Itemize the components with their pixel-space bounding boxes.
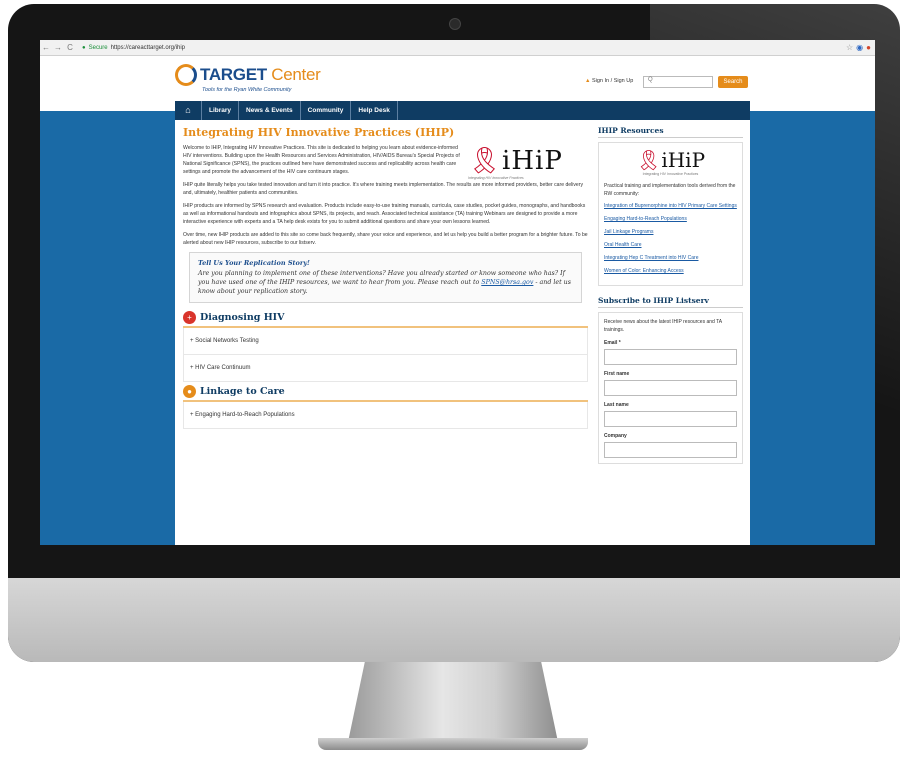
company-label: Company: [604, 433, 627, 439]
sidebar-logo-sub: Integrating HIV Innovative Practices: [642, 172, 699, 176]
ribbon-icon: 🎗: [635, 148, 662, 172]
logo-name: TARGET: [200, 65, 267, 84]
logo-center: Center: [271, 65, 321, 84]
email-field[interactable]: [604, 349, 737, 365]
page-title: Integrating HIV Innovative Practices (IH…: [183, 126, 455, 139]
accordion-label: HIV Care Continuum: [195, 365, 251, 371]
lock-icon: ●: [82, 44, 86, 51]
star-icon[interactable]: ☆: [846, 43, 853, 52]
ribbon-icon: 🎗: [468, 146, 503, 176]
callout-title: Tell Us Your Replication Story!: [198, 259, 310, 267]
resource-link[interactable]: Women of Color: Enhancing Access: [604, 267, 737, 275]
extension-icons: ☆ ◉ ●: [846, 43, 875, 52]
paragraph-2: IHIP quite literally helps you take test…: [183, 182, 583, 196]
address-bar[interactable]: ● Secure https://careacttarget.org/ihip: [82, 45, 840, 51]
browser-screen: ← → C ● Secure https://careacttarget.org…: [40, 40, 875, 545]
link-icon: ●: [183, 385, 196, 398]
ihip-logo: 🎗iHiP Integrating HIV Innovative Practic…: [468, 146, 593, 180]
subscribe-desc: Receive news about the latest IHIP resou…: [604, 319, 722, 333]
reload-icon[interactable]: C: [64, 43, 76, 52]
resources-desc: Practical training and implementation to…: [604, 183, 736, 197]
sidebar-ihip-logo: 🎗iHiP: [604, 148, 737, 172]
signin-link[interactable]: ▲ Sign In / Sign Up: [585, 78, 633, 84]
secure-label: Secure: [88, 44, 108, 51]
nav-library[interactable]: Library: [202, 101, 240, 120]
logo-tagline: Tools for the Ryan White Community: [202, 87, 292, 93]
accordion-item[interactable]: + Engaging Hard-to-Reach Populations: [183, 402, 588, 429]
page-content: Integrating HIV Innovative Practices (IH…: [175, 120, 750, 545]
email-label: Email *: [604, 340, 621, 346]
subscribe-title: Subscribe to IHIP Listserv: [598, 296, 743, 308]
accordion-item[interactable]: + HIV Care Continuum: [183, 355, 588, 382]
paragraph-3: IHIP products are informed by SPNS resea…: [183, 203, 586, 225]
resources-title: IHIP Resources: [598, 126, 743, 138]
first-name-label: First name: [604, 371, 630, 377]
main-nav: ⌂ Library News & Events Community Help D…: [175, 101, 750, 120]
browser-toolbar: ← → C ● Secure https://careacttarget.org…: [40, 40, 875, 56]
home-icon[interactable]: ⌂: [175, 101, 202, 120]
accordion-label: Engaging Hard-to-Reach Populations: [195, 412, 295, 418]
signin-label: Sign In / Sign Up: [591, 78, 634, 84]
intro-paragraph: Welcome to IHIP, Integrating HIV Innovat…: [183, 145, 460, 175]
callout-body: Are you planning to implement one of the…: [198, 269, 573, 296]
main-column: Integrating HIV Innovative Practices (IH…: [183, 126, 588, 429]
forward-arrow-icon[interactable]: →: [52, 43, 64, 52]
camera-icon: [449, 18, 461, 30]
target-center-logo[interactable]: TARGET Center: [175, 64, 321, 86]
subscribe-form: Receive news about the latest IHIP resou…: [598, 312, 743, 464]
accordion-item[interactable]: + Social Networks Testing: [183, 328, 588, 355]
ihip-logo-word: iHiP: [502, 146, 563, 176]
last-name-label: Last name: [604, 402, 629, 408]
plus-icon: +: [183, 311, 196, 324]
section-diagnosing-hiv: + Diagnosing HIV: [183, 311, 588, 328]
last-name-field[interactable]: [604, 411, 737, 427]
monitor-stand-base: [318, 738, 588, 750]
email-link[interactable]: SPNS@hrsa.gov: [481, 279, 533, 286]
logo-icon: [175, 64, 197, 86]
resource-link[interactable]: Jail Linkage Programs: [604, 228, 737, 236]
monitor-chin: [8, 578, 900, 662]
nav-help-desk[interactable]: Help Desk: [351, 101, 398, 120]
resources-box: 🎗iHiP Integrating HIV Innovative Practic…: [598, 142, 743, 286]
sidebar: IHIP Resources 🎗iHiP Integrating HIV Inn…: [598, 126, 743, 464]
section-linkage-to-care: ● Linkage to Care: [183, 385, 588, 402]
back-arrow-icon[interactable]: ←: [40, 43, 52, 52]
accordion-label: Social Networks Testing: [195, 338, 259, 344]
ihip-logo-sub: Integrating HIV Innovative Practices: [468, 176, 524, 180]
section-title: Diagnosing HIV: [200, 312, 285, 323]
resource-link[interactable]: Engaging Hard-to-Reach Populations: [604, 215, 737, 223]
resource-link[interactable]: Integration of Buprenorphine into HIV Pr…: [604, 202, 737, 210]
extension-icon[interactable]: ●: [866, 43, 871, 52]
nav-community[interactable]: Community: [301, 101, 352, 120]
url-text[interactable]: https://careacttarget.org/ihip: [111, 45, 185, 51]
replication-callout: Tell Us Your Replication Story! Are you …: [189, 252, 582, 303]
sidebar-logo-word: iHiP: [661, 148, 706, 172]
nav-news-events[interactable]: News & Events: [239, 101, 301, 120]
resource-link[interactable]: Integrating Hep C Treatment into HIV Car…: [604, 254, 737, 262]
section-title: Linkage to Care: [200, 386, 285, 397]
paragraph-4: Over time, new IHIP products are added t…: [183, 232, 588, 246]
search-button[interactable]: Search: [718, 76, 748, 88]
extension-icon[interactable]: ◉: [856, 43, 863, 52]
company-field[interactable]: [604, 442, 737, 458]
search-input[interactable]: Q: [643, 76, 713, 88]
monitor-stand: [348, 662, 558, 742]
user-icon: ▲: [585, 78, 591, 84]
first-name-field[interactable]: [604, 380, 737, 396]
resource-link[interactable]: Oral Health Care: [604, 241, 737, 249]
